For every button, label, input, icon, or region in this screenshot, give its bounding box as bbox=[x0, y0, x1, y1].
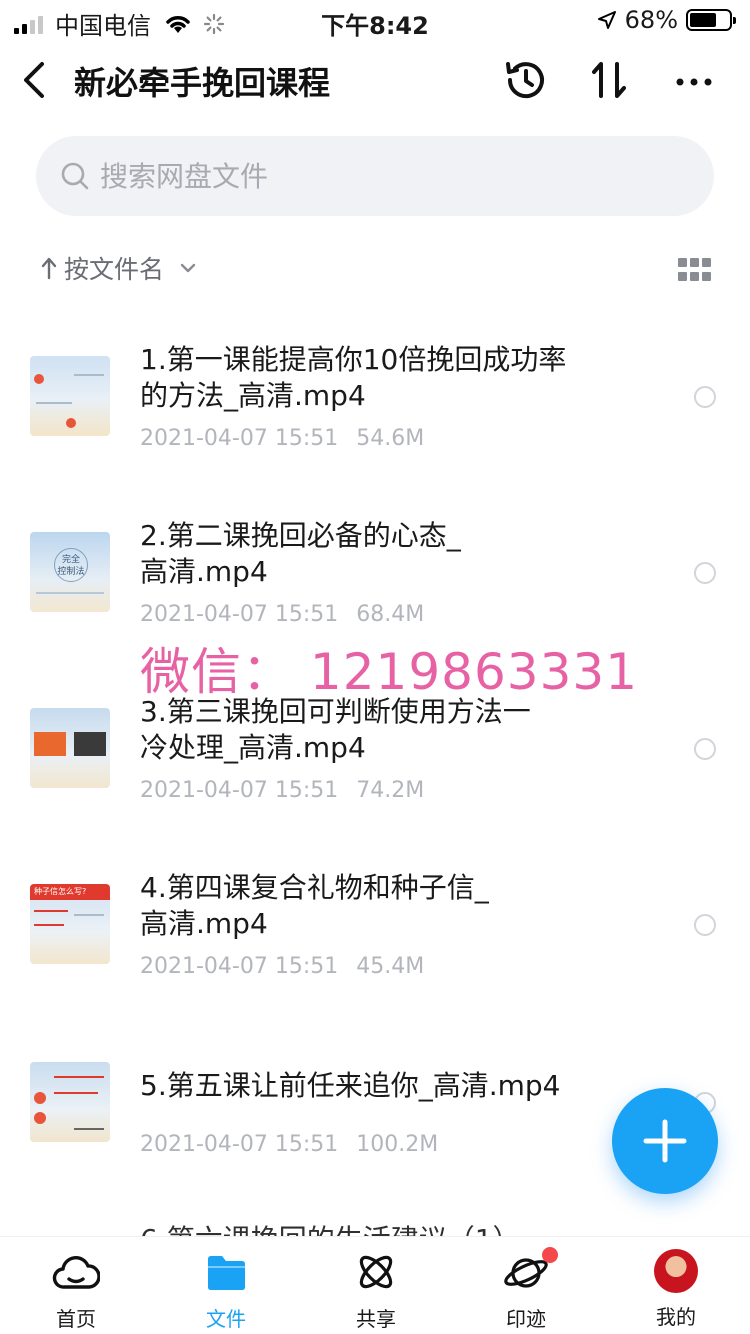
search-input[interactable] bbox=[100, 159, 660, 193]
arrow-up-icon bbox=[41, 257, 57, 280]
file-name: 5.第五课让前任来追你_高清.mp4 bbox=[140, 1068, 620, 1104]
list-item[interactable]: 1.第一课能提高你10倍挽回成功率 的方法_高清.mp4 2021-04-07 … bbox=[0, 320, 750, 496]
file-date: 2021-04-07 15:51 bbox=[140, 426, 339, 451]
video-thumbnail: 种子信怎么写? bbox=[30, 884, 110, 964]
select-radio[interactable] bbox=[694, 386, 716, 408]
file-size: 45.4M bbox=[356, 954, 425, 979]
back-button[interactable] bbox=[18, 58, 54, 102]
atom-icon bbox=[359, 1255, 393, 1289]
sort-toggle-icon[interactable] bbox=[586, 56, 634, 104]
file-name-line: 的方法_高清.mp4 bbox=[140, 379, 366, 412]
folder-icon bbox=[208, 1256, 245, 1290]
video-thumbnail bbox=[30, 356, 110, 436]
tab-label: 共享 bbox=[356, 1307, 396, 1331]
tab-label: 我的 bbox=[656, 1305, 696, 1329]
tab-traces[interactable]: 印迹 bbox=[466, 1247, 586, 1332]
search-bar[interactable] bbox=[36, 136, 714, 216]
tab-share[interactable]: 共享 bbox=[316, 1249, 436, 1332]
file-name-line: 4.第四课复合礼物和种子信_ bbox=[140, 871, 489, 904]
thumbnail-caption: 种子信怎么写? bbox=[30, 884, 110, 900]
video-thumbnail bbox=[30, 1062, 110, 1142]
select-radio[interactable] bbox=[694, 914, 716, 936]
list-item[interactable]: 种子信怎么写? 4.第四课复合礼物和种子信_ 高清.mp4 2021-04-07… bbox=[0, 848, 750, 1024]
file-name: 2.第二课挽回必备的心态_ 高清.mp4 bbox=[140, 518, 620, 590]
tab-home[interactable]: 首页 bbox=[16, 1249, 136, 1332]
file-meta: 2021-04-07 15:51 54.6M bbox=[140, 426, 424, 451]
file-name-line: 冷处理_高清.mp4 bbox=[140, 731, 366, 764]
file-size: 100.2M bbox=[356, 1132, 439, 1157]
more-icon[interactable] bbox=[670, 56, 718, 104]
file-size: 54.6M bbox=[356, 426, 425, 451]
file-date: 2021-04-07 15:51 bbox=[140, 1132, 339, 1157]
file-size: 74.2M bbox=[356, 778, 425, 803]
file-size: 68.4M bbox=[356, 602, 425, 627]
chevron-down-icon bbox=[180, 263, 196, 273]
notification-badge bbox=[542, 1247, 558, 1263]
sort-label: 按文件名 bbox=[64, 255, 165, 284]
plus-icon bbox=[643, 1119, 687, 1163]
tab-files[interactable]: 文件 bbox=[166, 1249, 286, 1332]
file-date: 2021-04-07 15:51 bbox=[140, 602, 339, 627]
tab-label: 印迹 bbox=[506, 1307, 546, 1331]
tab-me[interactable]: 我的 bbox=[616, 1249, 736, 1330]
file-meta: 2021-04-07 15:51 74.2M bbox=[140, 778, 424, 803]
history-icon[interactable] bbox=[502, 56, 550, 104]
file-date: 2021-04-07 15:51 bbox=[140, 778, 339, 803]
grid-view-icon[interactable] bbox=[678, 258, 712, 282]
avatar bbox=[654, 1249, 698, 1293]
file-meta: 2021-04-07 15:51 45.4M bbox=[140, 954, 424, 979]
video-thumbnail: 完全 控制法 bbox=[30, 532, 110, 612]
file-date: 2021-04-07 15:51 bbox=[140, 954, 339, 979]
file-name-line: 高清.mp4 bbox=[140, 907, 268, 940]
select-radio[interactable] bbox=[694, 562, 716, 584]
file-name: 1.第一课能提高你10倍挽回成功率 的方法_高清.mp4 bbox=[140, 342, 620, 414]
bottom-tab-bar: 首页 文件 共享 印迹 我的 bbox=[0, 1236, 750, 1334]
file-name-line: 5.第五课让前任来追你_高清.mp4 bbox=[140, 1069, 561, 1102]
add-button[interactable] bbox=[612, 1088, 718, 1194]
cloud-icon bbox=[52, 1256, 100, 1289]
status-bar: 中国电信 下午8:42 68% bbox=[0, 0, 750, 40]
file-meta: 2021-04-07 15:51 100.2M bbox=[140, 1132, 438, 1157]
page-title: 新必牵手挽回课程 bbox=[74, 64, 331, 102]
file-name-line: 1.第一课能提高你10倍挽回成功率 bbox=[140, 343, 567, 376]
watermark-text: 微信： 1219863331 bbox=[140, 643, 639, 701]
thumbnail-caption: 完全 控制法 bbox=[54, 548, 88, 582]
file-name: 4.第四课复合礼物和种子信_ 高清.mp4 bbox=[140, 870, 620, 942]
file-meta: 2021-04-07 15:51 68.4M bbox=[140, 602, 424, 627]
location-arrow-icon bbox=[597, 11, 616, 29]
sort-selector[interactable]: 按文件名 bbox=[40, 250, 198, 286]
battery-percent: 68% bbox=[624, 6, 678, 34]
search-icon bbox=[61, 162, 89, 190]
file-name: 3.第三课挽回可判断使用方法一 冷处理_高清.mp4 bbox=[140, 694, 620, 766]
video-thumbnail bbox=[30, 708, 110, 788]
status-right: 68% bbox=[597, 6, 736, 34]
battery-level bbox=[690, 13, 716, 27]
file-name-line: 高清.mp4 bbox=[140, 555, 268, 588]
file-name-line: 2.第二课挽回必备的心态_ bbox=[140, 519, 461, 552]
tab-label: 首页 bbox=[56, 1307, 96, 1331]
top-nav: 新必牵手挽回课程 bbox=[0, 44, 750, 116]
tab-label: 文件 bbox=[206, 1307, 246, 1331]
battery-icon bbox=[686, 9, 736, 31]
select-radio[interactable] bbox=[694, 738, 716, 760]
